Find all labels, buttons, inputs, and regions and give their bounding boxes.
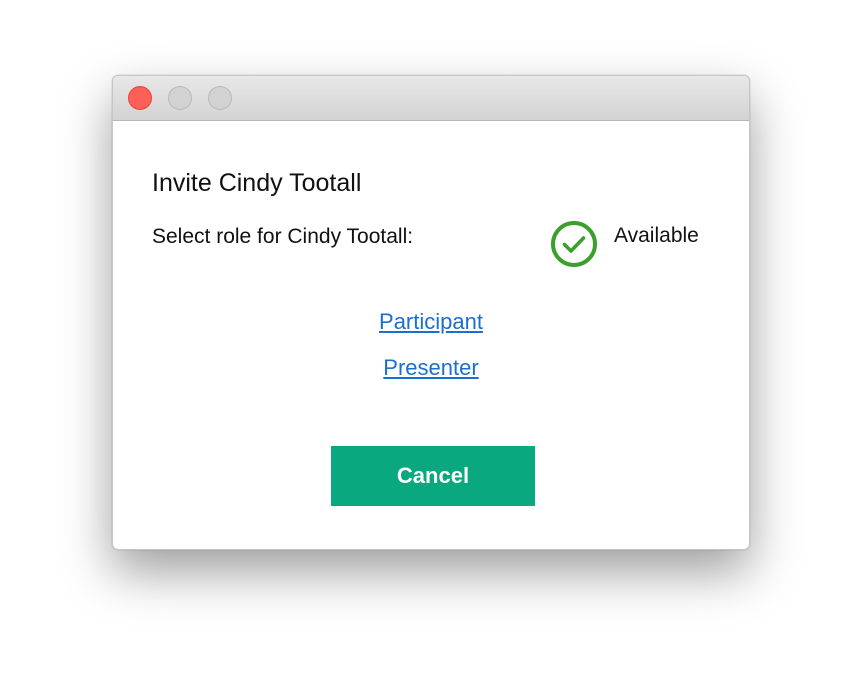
invite-dialog-window: Invite Cindy Tootall Select role for Cin…	[112, 75, 750, 550]
dialog-title: Invite Cindy Tootall	[152, 169, 362, 197]
cancel-button[interactable]: Cancel	[331, 446, 535, 506]
participant-link[interactable]: Participant	[379, 309, 483, 334]
availability-status-label: Available	[614, 224, 699, 247]
presenter-link[interactable]: Presenter	[383, 355, 478, 380]
title-bar[interactable]	[113, 76, 749, 121]
role-prompt-label: Select role for Cindy Tootall:	[152, 225, 414, 248]
close-window-button[interactable]	[128, 86, 152, 110]
role-option-participant: Participant	[113, 309, 749, 335]
check-circle-icon	[551, 221, 597, 267]
zoom-window-button[interactable]	[208, 86, 232, 110]
role-option-presenter: Presenter	[113, 355, 749, 381]
minimize-window-button[interactable]	[168, 86, 192, 110]
dialog-content: Invite Cindy Tootall Select role for Cin…	[113, 121, 749, 549]
